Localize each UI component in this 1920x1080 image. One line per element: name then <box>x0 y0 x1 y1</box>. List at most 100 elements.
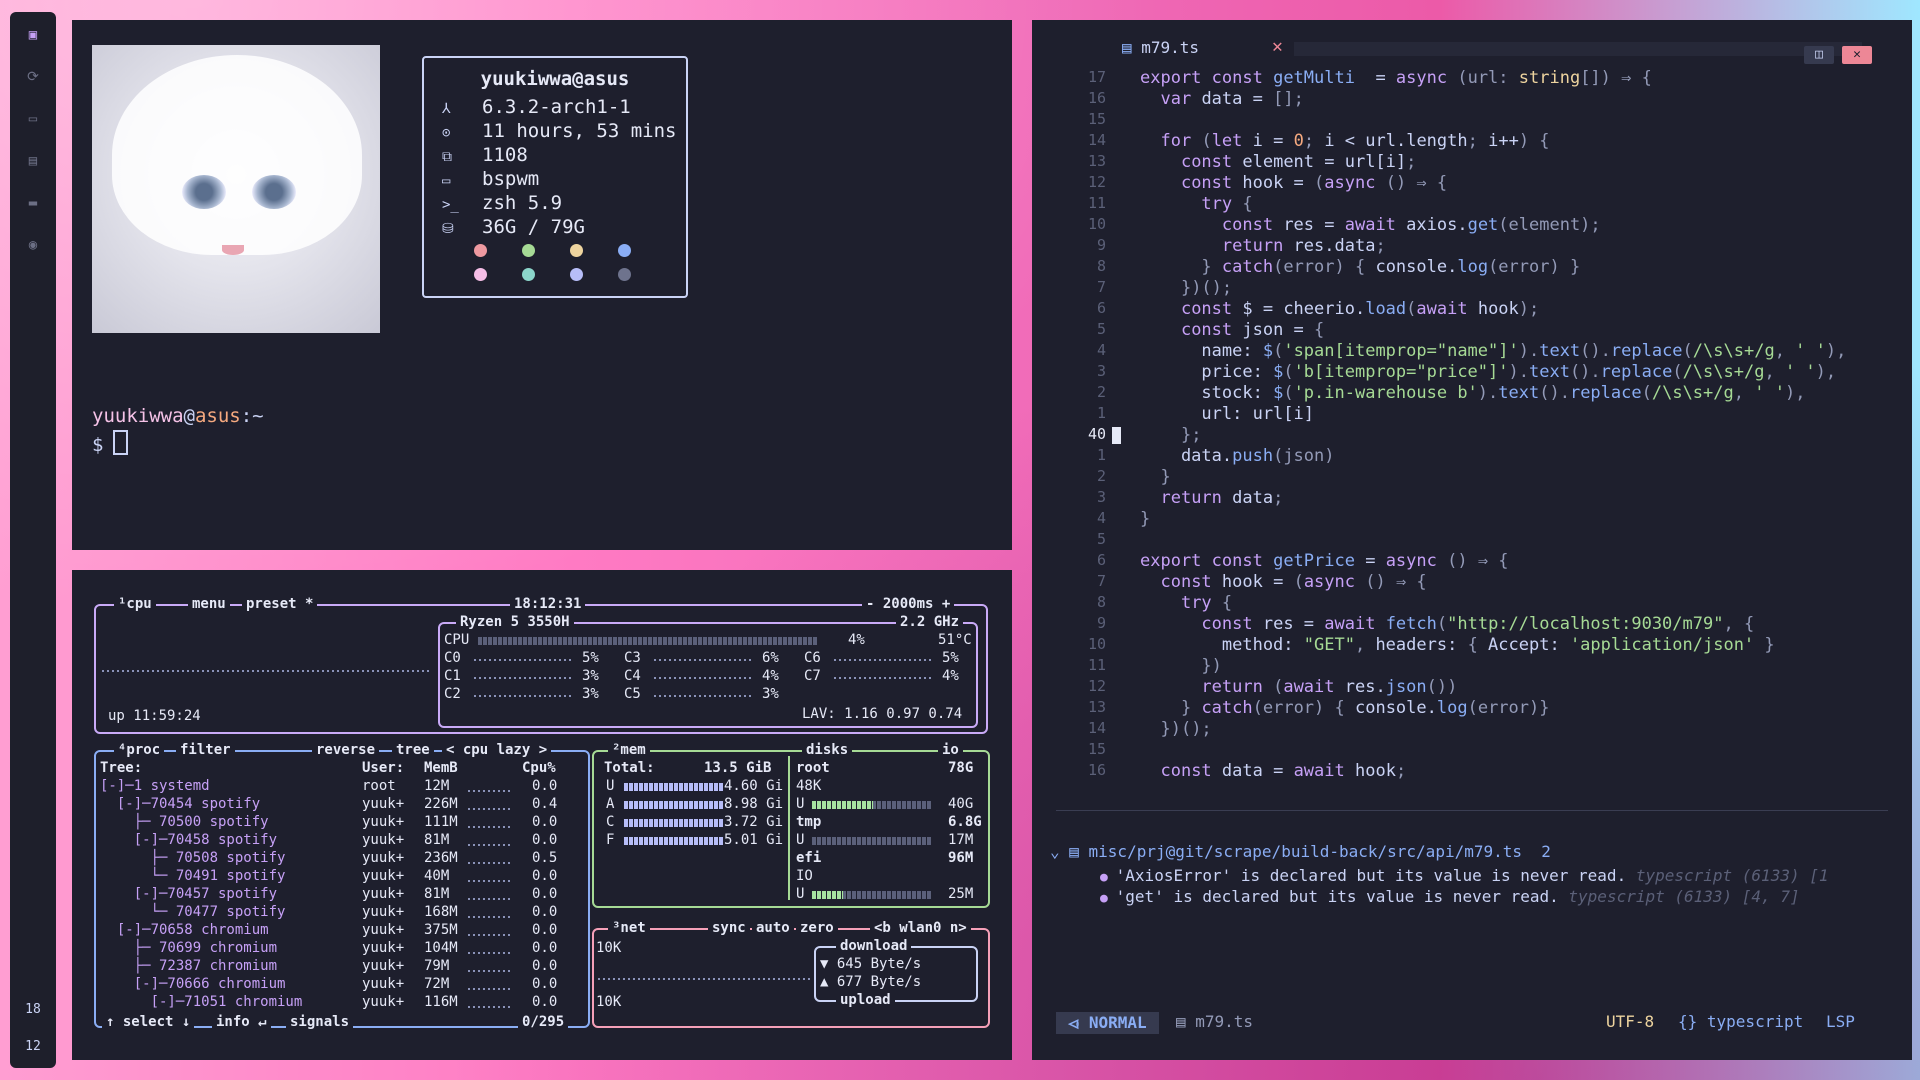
tab-m79[interactable]: ▤ m79.ts <box>1122 38 1199 57</box>
proc-column-header[interactable]: Cpu% <box>522 760 556 776</box>
close-window-icon[interactable]: ✕ <box>1842 46 1872 64</box>
code-line[interactable]: })(); <box>1140 278 1232 298</box>
workspace-indicator[interactable]: 18 <box>10 1002 56 1017</box>
code-line[interactable]: export const getMulti = async (url: stri… <box>1140 68 1652 88</box>
select-hint[interactable]: ↑ select ↓ <box>102 1014 195 1030</box>
signals-hint[interactable]: signals <box>286 1014 354 1030</box>
minimize-icon[interactable]: ◫ <box>1804 46 1834 64</box>
workspace-indicator[interactable]: 12 <box>10 1039 56 1054</box>
line-number: 6 <box>1096 299 1106 317</box>
code-line[interactable]: price: $('b[itemprop="price"]').text().r… <box>1140 362 1836 382</box>
code-line[interactable]: const hook = (async () ⇒ { <box>1140 173 1447 193</box>
music-icon[interactable]: ◉ <box>23 236 43 254</box>
editor-window[interactable]: ▤ m79.ts ✕ ◫ ✕ 17 export const getMulti =… <box>1032 20 1912 1060</box>
code-line[interactable]: return (await res.json()) <box>1140 677 1457 697</box>
mem-value: 3.72 Gi <box>724 814 784 830</box>
code-line[interactable]: url: url[i] <box>1140 404 1314 424</box>
code-line[interactable]: } <box>1140 509 1150 529</box>
proc-tab[interactable]: ⁴proc <box>114 742 165 758</box>
proc-column-header[interactable]: Tree: <box>100 760 142 776</box>
code-line[interactable]: } catch(error) { console.log(error) } <box>1140 257 1580 277</box>
diagnostics-file[interactable]: ⌄ ▤ misc/prj@git/scrape/build-back/src/a… <box>1050 842 1551 861</box>
code-token: ). <box>1477 383 1499 403</box>
code-line[interactable]: }; <box>1140 425 1201 445</box>
table-row[interactable]: └─ 70491 spotify yuuk+ 40M 0.0 <box>72 868 582 886</box>
preset-tab[interactable]: preset * <box>242 596 318 612</box>
code-line[interactable]: }) <box>1140 656 1221 676</box>
filter-button[interactable]: filter <box>176 742 235 758</box>
code-line[interactable]: const res = await axios.get(element); <box>1140 215 1601 235</box>
table-row[interactable]: [-]─71051 chromium yuuk+ 116M 0.0 <box>72 994 582 1012</box>
code-line[interactable]: return data; <box>1140 488 1283 508</box>
code-line[interactable]: const data = await hook; <box>1140 761 1406 781</box>
disk-io: IO <box>796 868 813 884</box>
browser-icon[interactable]: ▤ <box>23 152 43 170</box>
code-line[interactable]: data.push(json) <box>1140 446 1335 466</box>
proc-column-header[interactable]: User: <box>362 760 404 776</box>
code-line[interactable]: for (let i = 0; i < url.length; i++) { <box>1140 131 1549 151</box>
refresh-icon[interactable]: ⟳ <box>23 68 43 86</box>
code-line[interactable]: const hook = (async () ⇒ { <box>1140 572 1426 592</box>
code-line[interactable]: stock: $('p.in-warehouse b').text().repl… <box>1140 383 1805 403</box>
code-line[interactable]: export const getPrice = async () ⇒ { <box>1140 551 1509 571</box>
table-row[interactable]: ├─ 72387 chromium yuuk+ 79M 0.0 <box>72 958 582 976</box>
terminal-icon[interactable]: ▣ <box>23 26 43 44</box>
table-row[interactable]: [-]─70454 spotify yuuk+ 226M 0.4 <box>72 796 582 814</box>
info-hint[interactable]: info ↵ <box>212 1014 271 1030</box>
line-number: 7 <box>1096 278 1106 296</box>
table-row[interactable]: ├─ 70699 chromium yuuk+ 104M 0.0 <box>72 940 582 958</box>
code-line[interactable]: const element = url[i]; <box>1140 152 1416 172</box>
reverse-button[interactable]: reverse <box>312 742 380 758</box>
table-row[interactable]: [-]─70458 spotify yuuk+ 81M 0.0 <box>72 832 582 850</box>
io-tab[interactable]: io <box>938 742 963 758</box>
code-line[interactable]: } <box>1140 467 1170 487</box>
code-line[interactable]: try { <box>1140 194 1252 214</box>
code-line[interactable]: } catch(error) { console.log(error)} <box>1140 698 1550 718</box>
folder-icon[interactable]: ▭ <box>23 110 43 128</box>
table-row[interactable]: [-]─70666 chromium yuuk+ 72M 0.0 <box>72 976 582 994</box>
code-token: log <box>1436 698 1468 718</box>
code-token: ). <box>1508 362 1529 382</box>
code-line[interactable]: const $ = cheerio.load(await hook); <box>1140 299 1539 319</box>
update-interval[interactable]: - 2000ms + <box>862 596 955 612</box>
code-token: push <box>1232 446 1274 466</box>
proc-cpu-graph <box>468 808 510 810</box>
code-line[interactable]: return res.data; <box>1140 236 1386 256</box>
menu-tab[interactable]: menu <box>188 596 230 612</box>
code-line[interactable]: try { <box>1140 593 1232 613</box>
btop-window[interactable]: ¹cpu menu preset * 18:12:31 - 2000ms + u… <box>72 570 1012 1060</box>
table-row[interactable]: ├─ 70500 spotify yuuk+ 111M 0.0 <box>72 814 582 832</box>
code-line[interactable]: var data = []; <box>1140 89 1303 109</box>
zero-button[interactable]: zero <box>796 920 838 936</box>
table-row[interactable]: └─ 70477 spotify yuuk+ 168M 0.0 <box>72 904 582 922</box>
code-line[interactable]: const res = await fetch("http://localhos… <box>1140 614 1754 634</box>
code-token: ' ' <box>1795 341 1826 361</box>
terminal-window[interactable]: yuukiwwa@asus ⅄ 6.3.2-arch1-1 ⊙ 11 hours, 5… <box>72 20 1012 550</box>
command-input[interactable]: $ <box>92 430 129 456</box>
code-line[interactable]: const json = { <box>1140 320 1324 340</box>
sort-selector[interactable]: < cpu lazy > <box>442 742 552 758</box>
table-row[interactable]: ├─ 70508 spotify yuuk+ 236M 0.5 <box>72 850 582 868</box>
cpu-tab[interactable]: ¹cpu <box>114 596 156 612</box>
disks-tab[interactable]: disks <box>802 742 853 758</box>
code-line[interactable]: method: "GET", headers: { Accept: 'appli… <box>1140 635 1775 655</box>
sync-button[interactable]: sync <box>708 920 750 936</box>
auto-button[interactable]: auto <box>752 920 794 936</box>
table-row[interactable]: [-]─70457 spotify yuuk+ 81M 0.0 <box>72 886 582 904</box>
iface-selector[interactable]: <b wlan0 n> <box>870 920 971 936</box>
proc-cpu-graph <box>468 826 510 828</box>
code-token: (). <box>1539 383 1570 403</box>
tree-button[interactable]: tree <box>392 742 434 758</box>
chat-icon[interactable]: ▬ <box>23 194 43 212</box>
code-line[interactable]: })(); <box>1140 719 1211 739</box>
diagnostic-item[interactable]: ● 'get' is declared but its value is nev… <box>1100 887 1800 906</box>
close-icon[interactable]: ✕ <box>1272 36 1283 57</box>
table-row[interactable]: [-]─70658 chromium yuuk+ 375M 0.0 <box>72 922 582 940</box>
proc-cpu: 0.0 <box>532 814 558 830</box>
table-row[interactable]: [-]─1 systemd root 12M 0.0 <box>72 778 582 796</box>
diagnostic-item[interactable]: ● 'AxiosError' is declared but its value… <box>1100 866 1828 885</box>
proc-column-header[interactable]: MemB <box>424 760 458 776</box>
code-line[interactable]: name: $('span[itemprop="name"]').text().… <box>1140 341 1846 361</box>
net-tab[interactable]: ³net <box>608 920 650 936</box>
mem-tab[interactable]: ²mem <box>608 742 650 758</box>
